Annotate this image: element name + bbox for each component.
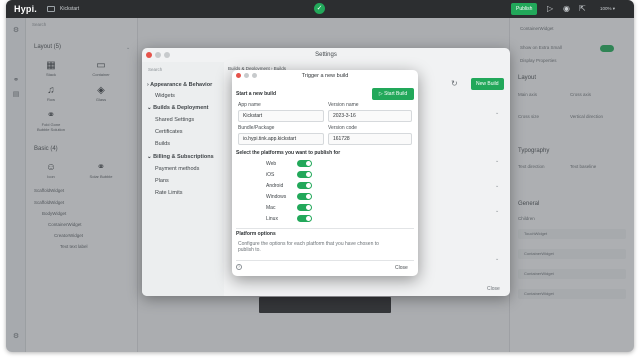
trigger-build-dialog: Trigger a new build Start a new build ▷ … <box>232 70 418 276</box>
status-check-icon: ✓ <box>314 3 325 14</box>
dialog-title: Trigger a new build <box>301 73 349 79</box>
play-icon[interactable]: ▷ <box>547 4 553 14</box>
settings-item-plans[interactable]: Plans <box>155 178 169 184</box>
section-start-build: Start a new build <box>236 91 277 97</box>
chevron-down-icon[interactable]: ⌄ <box>495 183 499 189</box>
version-name-field[interactable] <box>328 110 412 122</box>
settings-group[interactable]: ⌄ Builds & Deployment <box>147 105 208 111</box>
chevron-down-icon[interactable]: ⌄ <box>495 110 499 116</box>
close-window-icon[interactable] <box>236 73 241 78</box>
platform-label-linux: Linux <box>266 216 278 222</box>
platform-toggle-linux[interactable] <box>297 215 312 222</box>
divider <box>236 260 414 261</box>
minimize-window-icon[interactable] <box>155 52 161 58</box>
zoom-level[interactable]: 100% ▾ <box>600 6 615 12</box>
chevron-down-icon[interactable]: ⌄ <box>495 158 499 164</box>
platform-options-description: Configure the options for each platform … <box>238 241 379 253</box>
maximize-window-icon[interactable] <box>252 73 257 78</box>
help-icon[interactable]: ? <box>236 264 242 270</box>
bundle-field[interactable] <box>238 133 324 145</box>
start-build-button[interactable]: ▷ Start Build <box>372 88 414 100</box>
app-window: Hypi. Kickstart ✓ Publish ▷ ◉ ⇱ 100% ▾ ⚙… <box>6 0 634 352</box>
dialog-close-button[interactable]: Close <box>395 265 408 271</box>
settings-group[interactable]: › Appearance & Behavior <box>147 82 212 88</box>
maximize-window-icon[interactable] <box>164 52 170 58</box>
version-name-label: Version name <box>328 102 359 108</box>
platform-label-android: Android <box>266 183 284 189</box>
settings-item-certificates[interactable]: Certificates <box>155 129 183 135</box>
platform-toggle-mac[interactable] <box>297 204 312 211</box>
refresh-icon[interactable]: ↻ <box>451 79 458 88</box>
publish-button[interactable]: Publish <box>511 3 538 15</box>
bundle-label: Bundle/Package <box>238 125 275 131</box>
settings-item-shared[interactable]: Shared Settings <box>155 117 194 123</box>
platform-toggle-windows[interactable] <box>297 193 312 200</box>
settings-group[interactable]: ⌄ Billing & Subscriptions <box>147 154 214 160</box>
version-code-label: Version code <box>328 125 357 131</box>
project-name[interactable]: Kickstart <box>60 6 79 12</box>
version-code-field[interactable] <box>328 133 412 145</box>
settings-title: Settings <box>315 52 337 58</box>
preview-icon[interactable]: ◉ <box>563 4 570 14</box>
platform-toggle-web[interactable] <box>297 160 312 167</box>
divider <box>236 228 414 229</box>
project-icon <box>47 6 56 12</box>
platform-label-windows: Windows <box>266 194 287 200</box>
settings-item-rate-limits[interactable]: Rate Limits <box>155 190 183 196</box>
app-logo: Hypi. <box>14 4 38 14</box>
platform-label-mac: Mac <box>266 205 276 211</box>
app-name-field[interactable] <box>238 110 324 122</box>
app-name-label: App name <box>238 102 261 108</box>
platform-options-label: Platform options <box>236 231 276 237</box>
platform-toggle-ios[interactable] <box>297 171 312 178</box>
platform-toggle-android[interactable] <box>297 182 312 189</box>
settings-search[interactable]: Search <box>148 67 162 72</box>
platform-label-web: Web <box>266 161 277 167</box>
close-window-icon[interactable] <box>146 52 152 58</box>
chevron-down-icon[interactable]: ⌄ <box>495 208 499 214</box>
settings-sidebar: Search › Appearance & Behavior Widgets ⌄… <box>142 62 224 296</box>
share-icon[interactable]: ⇱ <box>579 4 586 14</box>
settings-close-button[interactable]: Close <box>487 286 500 292</box>
settings-item-payment[interactable]: Payment methods <box>155 166 199 172</box>
settings-item-builds[interactable]: Builds <box>155 141 170 147</box>
minimize-window-icon[interactable] <box>244 73 249 78</box>
settings-item-widgets[interactable]: Widgets <box>155 93 175 99</box>
new-build-button[interactable]: New Build <box>471 78 504 90</box>
platform-label-ios: iOS <box>266 172 275 178</box>
chevron-down-icon[interactable]: ⌄ <box>495 256 499 262</box>
platforms-label: Select the platforms you want to publish… <box>236 150 341 156</box>
